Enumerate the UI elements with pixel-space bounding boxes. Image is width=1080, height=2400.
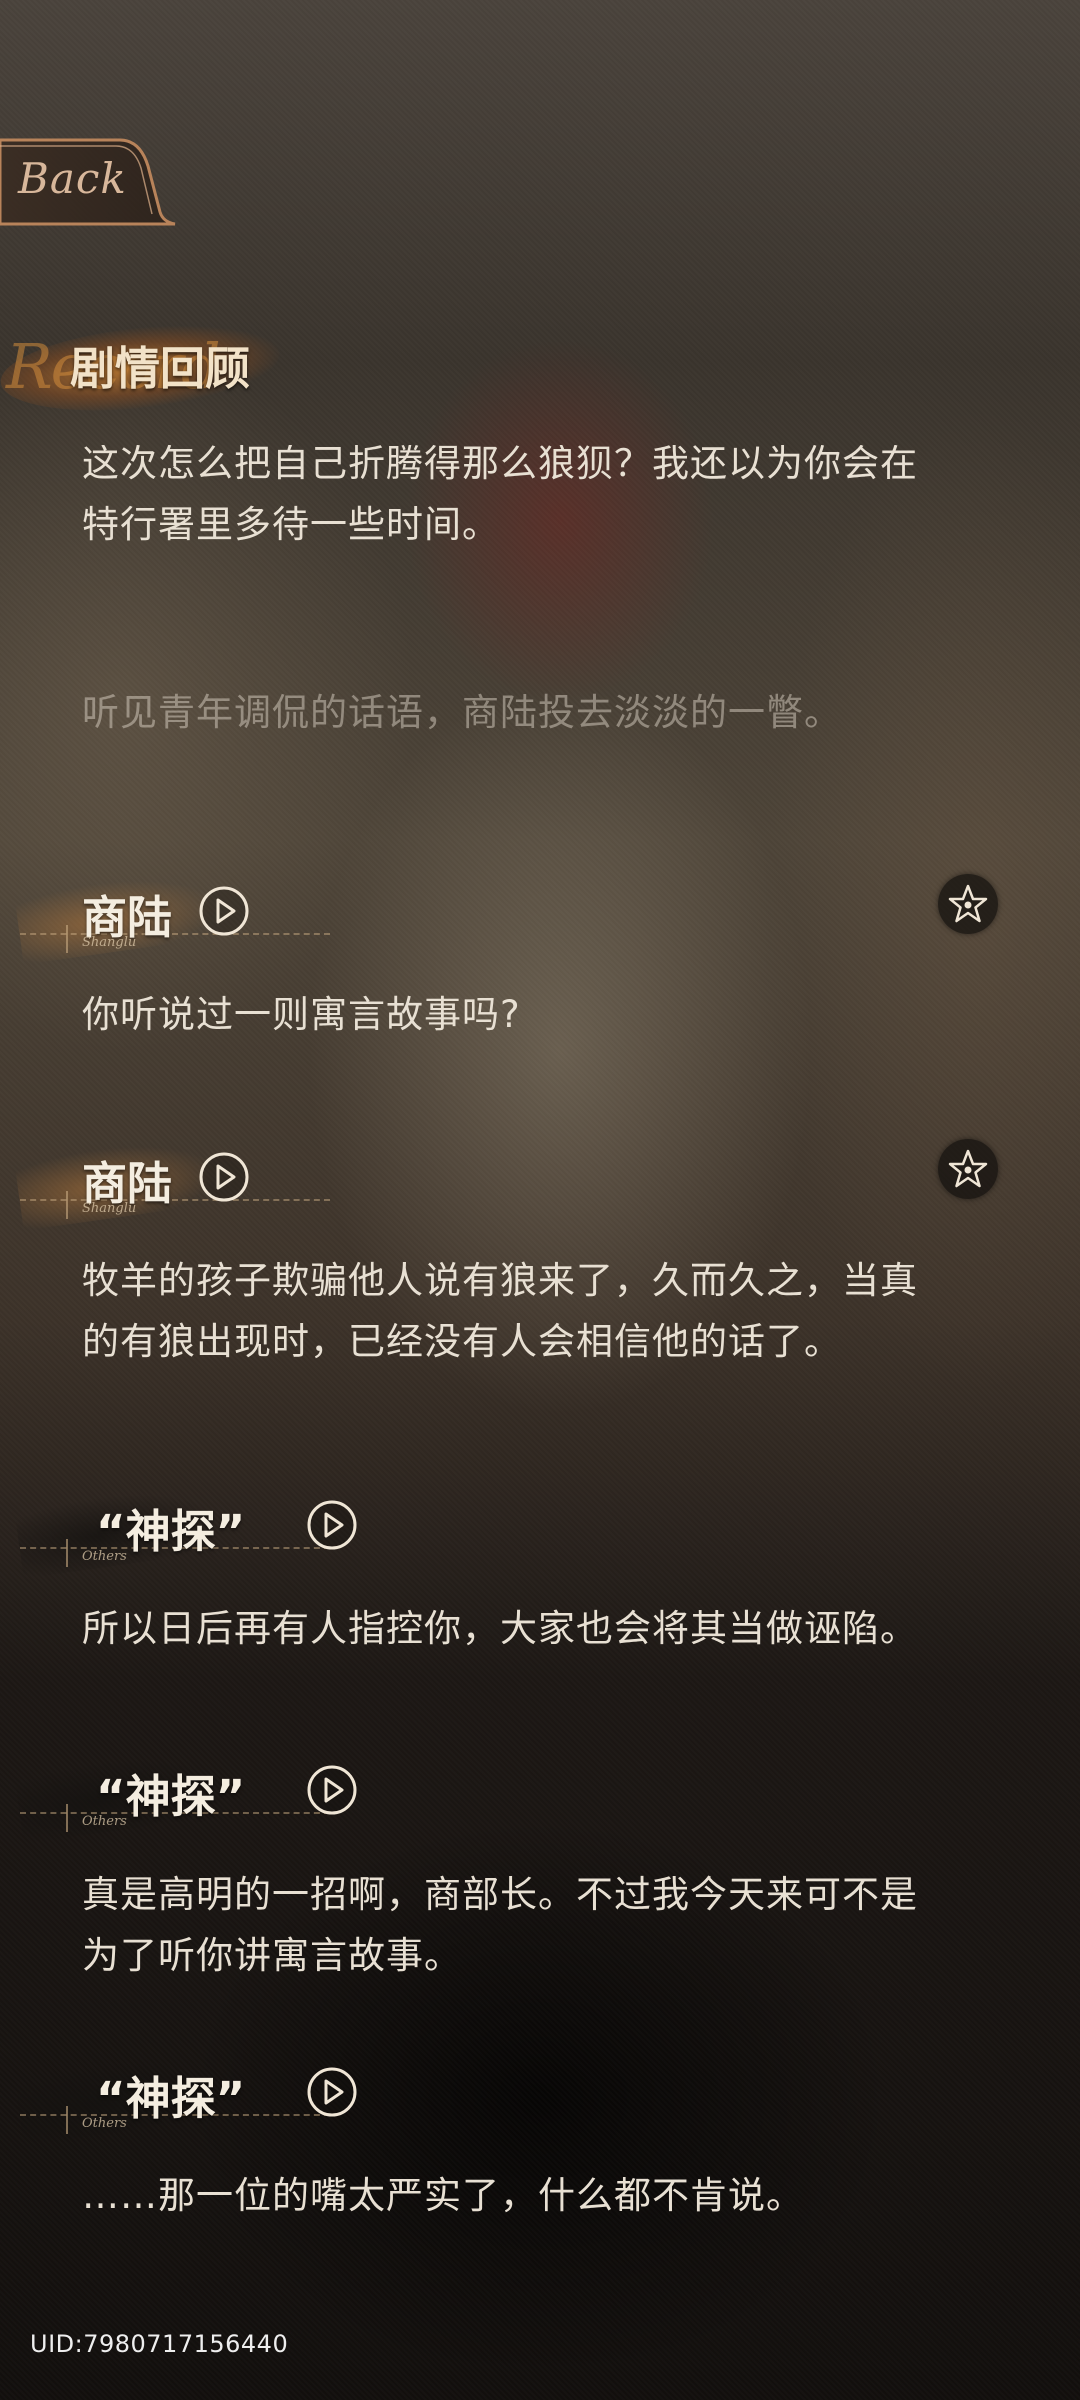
dialogue-line: 特行署里多待一些时间。 [82, 503, 500, 546]
dialogue-line: 为了听你讲寓言故事。 [82, 1934, 462, 1977]
speaker-header: “神探” Others [0, 1744, 420, 1844]
user-id-label: UID:7980717156440 [30, 2330, 289, 2358]
play-voice-icon[interactable] [306, 1499, 358, 1551]
dialogue-log[interactable]: 这次怎么把自己折腾得那么狼狈？我还以为你会在 特行署里多待一些时间。 听见青年调… [0, 445, 1080, 2400]
favorite-star-button[interactable] [938, 874, 998, 934]
speaker-name-romanized: Others [82, 1549, 127, 1564]
dialogue-line: 你听说过一则寓言故事吗? [82, 993, 521, 1036]
speaker-name-romanized: Others [82, 2116, 127, 2131]
dialogue-line: 的有狼出现时，已经没有人会相信他的话了。 [82, 1320, 842, 1363]
speaker-divider-tick [66, 1539, 68, 1567]
favorite-star-icon [948, 1149, 988, 1188]
speaker-divider-tick [66, 1804, 68, 1832]
play-voice-icon[interactable] [306, 1764, 358, 1816]
back-label: Back [18, 154, 127, 203]
speaker-header: “神探” Others [0, 2046, 420, 2146]
speaker-header: “神探” Others [0, 1479, 420, 1579]
back-button[interactable]: Back [0, 136, 182, 228]
play-voice-icon[interactable] [198, 1151, 250, 1203]
play-voice-icon[interactable] [198, 885, 250, 937]
page-title: 剧情回顾 [70, 342, 251, 395]
dialogue-line: ……那一位的嘴太严实了，什么都不肯说。 [82, 2174, 804, 2217]
dialogue-line: 牧羊的孩子欺骗他人说有狼来了，久而久之，当真 [82, 1259, 918, 1302]
dialogue-line-partial: 这次怎么把自己折腾得那么狼狈？我还以为你会在 [82, 445, 918, 485]
dialogue-line: 所以日后再有人指控你，大家也会将其当做诬陷。 [82, 1607, 918, 1650]
narration-line: 听见青年调侃的话语，商陆投去淡淡的一瞥。 [82, 691, 842, 734]
speaker-name-romanized: Shanglu [82, 935, 137, 950]
speaker-divider-tick [66, 925, 68, 953]
speaker-name-romanized: Others [82, 1814, 127, 1829]
dialogue-line: 真是高明的一招啊，商部长。不过我今天来可不是 [82, 1873, 918, 1916]
favorite-star-icon [948, 884, 988, 923]
speaker-header: 商陆 Shanglu [0, 1131, 420, 1231]
speaker-divider-tick [66, 1191, 68, 1219]
play-voice-icon[interactable] [306, 2066, 358, 2118]
speaker-header: 商陆 Shanglu [0, 865, 420, 965]
speaker-divider-tick [66, 2106, 68, 2134]
speaker-name-romanized: Shanglu [82, 1201, 137, 1216]
favorite-star-button[interactable] [938, 1139, 998, 1199]
page-title-area: Record 剧情回顾 [0, 290, 290, 440]
